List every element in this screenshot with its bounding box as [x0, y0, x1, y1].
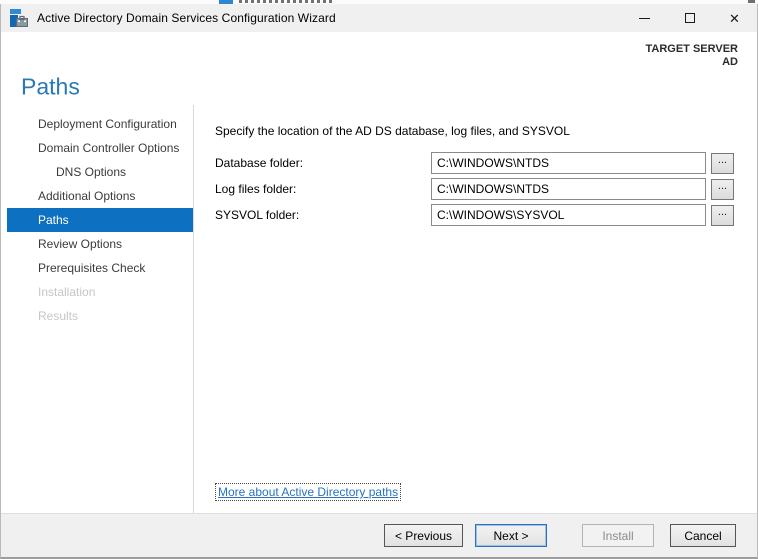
database-folder-browse-button[interactable]: ...: [711, 152, 734, 174]
sidebar-item-paths[interactable]: Paths: [7, 208, 193, 232]
database-folder-label: Database folder:: [215, 156, 304, 170]
background-window-text-fragment: [239, 0, 333, 3]
sidebar-item-domain-controller-options[interactable]: Domain Controller Options: [1, 136, 193, 160]
wizard-app-icon: [10, 9, 28, 27]
page-title: Paths: [21, 73, 80, 100]
next-button[interactable]: Next >: [475, 524, 547, 547]
instruction-text: Specify the location of the AD DS databa…: [215, 124, 570, 138]
sidebar-item-installation: Installation: [38, 285, 96, 299]
target-server-label: TARGET SERVER: [645, 43, 739, 55]
sysvol-folder-label: SYSVOL folder:: [215, 208, 300, 222]
wizard-header: Paths TARGET SERVER AD: [1, 32, 757, 105]
close-button[interactable]: ✕: [712, 4, 757, 32]
database-folder-row: Database folder: ...: [215, 152, 734, 174]
content-pane: Specify the location of the AD DS databa…: [194, 105, 757, 513]
maximize-icon: [684, 13, 695, 23]
sidebar-item-additional-options[interactable]: Additional Options: [1, 184, 193, 208]
sidebar-item-deployment-configuration[interactable]: Deployment Configuration: [1, 112, 193, 136]
minimize-button[interactable]: [622, 4, 667, 32]
log-files-folder-browse-button[interactable]: ...: [711, 178, 734, 200]
minimize-icon: [639, 17, 650, 19]
titlebar: Active Directory Domain Services Configu…: [1, 4, 757, 32]
target-server-name: AD: [722, 56, 738, 68]
database-folder-input[interactable]: [431, 152, 706, 174]
target-server-block: TARGET SERVER AD: [646, 43, 739, 69]
sidebar: Deployment Configuration Domain Controll…: [1, 105, 194, 513]
close-icon: ✕: [729, 10, 740, 26]
wizard-body: Deployment Configuration Domain Controll…: [1, 105, 757, 513]
sysvol-folder-browse-button[interactable]: ...: [711, 204, 734, 226]
window-controls: ✕: [622, 4, 757, 32]
sidebar-item-prerequisites-check[interactable]: Prerequisites Check: [1, 256, 193, 280]
log-files-folder-input[interactable]: [431, 178, 706, 200]
previous-button[interactable]: < Previous: [383, 524, 463, 547]
maximize-button[interactable]: [667, 4, 712, 32]
wizard-window: Active Directory Domain Services Configu…: [0, 4, 758, 559]
sysvol-folder-input[interactable]: [431, 204, 706, 226]
sidebar-item-dns-options[interactable]: DNS Options: [1, 160, 193, 184]
screen: Active Directory Domain Services Configu…: [0, 0, 758, 559]
install-button[interactable]: Install: [582, 524, 654, 547]
sysvol-folder-row: SYSVOL folder: ...: [215, 204, 734, 226]
log-files-folder-label: Log files folder:: [215, 182, 297, 196]
background-window-fragment-right: [748, 0, 755, 3]
sidebar-item-review-options[interactable]: Review Options: [1, 232, 193, 256]
more-about-paths-link[interactable]: More about Active Directory paths: [215, 483, 402, 501]
window-title: Active Directory Domain Services Configu…: [37, 11, 336, 25]
cancel-button[interactable]: Cancel: [670, 524, 736, 547]
footer-bar: < Previous Next > Install Cancel: [1, 513, 757, 557]
log-files-folder-row: Log files folder: ...: [215, 178, 734, 200]
sidebar-item-results: Results: [38, 309, 79, 323]
